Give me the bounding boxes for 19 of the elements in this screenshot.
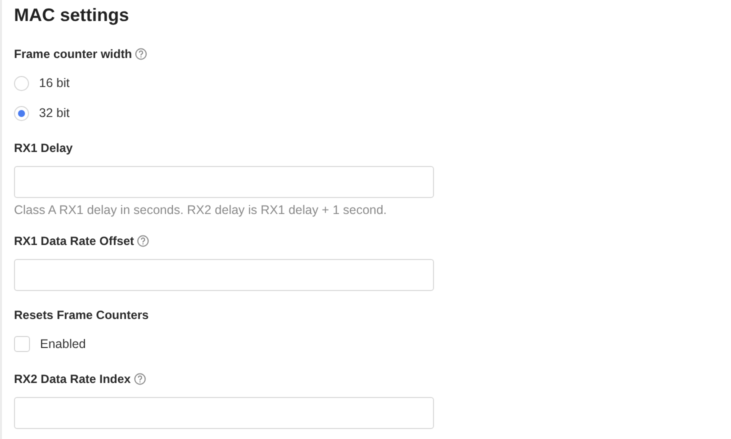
- field-label: RX1 Data Rate Offset: [14, 234, 134, 248]
- help-icon: [135, 48, 148, 60]
- help-icon: [137, 235, 150, 247]
- radio-button[interactable]: [14, 76, 29, 90]
- field-label: Frame counter width: [14, 47, 132, 61]
- option-label: 16 bit: [39, 76, 70, 90]
- help-icon: [134, 373, 146, 385]
- field-label: RX2 Data Rate Index: [14, 372, 131, 386]
- checkbox[interactable]: [14, 336, 30, 352]
- radio-button[interactable]: [14, 106, 29, 120]
- field-label: Resets Frame Counters: [14, 308, 149, 322]
- checkbox-label: Enabled: [40, 337, 86, 351]
- field-label: RX1 Delay: [14, 141, 73, 155]
- text-field[interactable]: [14, 259, 434, 291]
- option-label: 32 bit: [39, 106, 70, 120]
- text-field[interactable]: [14, 166, 434, 198]
- section-title: MAC settings: [14, 4, 130, 26]
- text-field[interactable]: [14, 397, 434, 429]
- field-hint: Class A RX1 delay in seconds. RX2 delay is RX1 delay + 1 second.: [14, 203, 388, 217]
